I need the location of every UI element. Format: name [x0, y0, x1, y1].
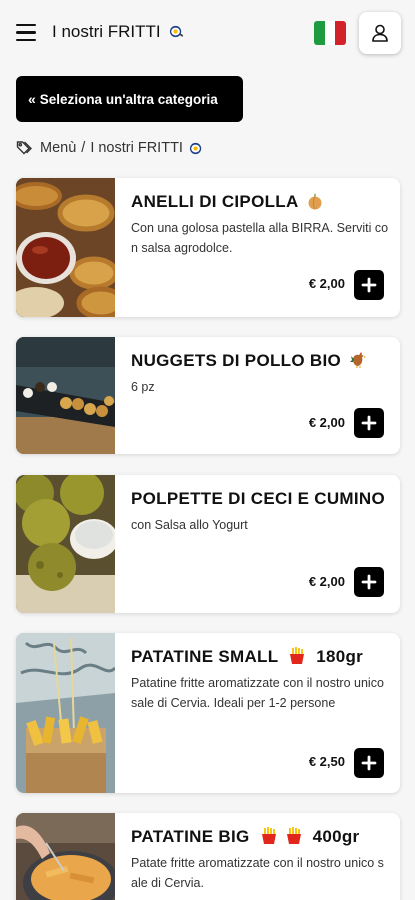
- french-fries-icon: [261, 827, 276, 844]
- product-image: [16, 475, 115, 613]
- product-weight: 180gr: [316, 647, 364, 666]
- double-chevron-left-icon: «: [28, 91, 36, 107]
- breadcrumb-separator: /: [81, 140, 86, 156]
- french-fries-icon: [290, 647, 305, 664]
- plus-icon: [361, 277, 377, 293]
- product-price: € 2,00: [308, 415, 345, 430]
- fried-egg-icon: [170, 25, 184, 38]
- breadcrumb-home-link[interactable]: Menù: [40, 140, 76, 156]
- product-description: Con una golosa pastella alla BIRRA. Serv…: [131, 221, 389, 255]
- menu-icon[interactable]: [16, 24, 36, 42]
- product-description: con Salsa allo Yogurt: [131, 518, 248, 532]
- product-card[interactable]: ANELLI DI CIPOLLA Con una golosa pastell…: [16, 178, 400, 317]
- add-to-cart-button[interactable]: [354, 270, 384, 300]
- user-icon: [372, 24, 388, 42]
- select-category-label: Seleziona un'altra categoria: [39, 91, 218, 107]
- product-weight: 400gr: [312, 827, 360, 846]
- page-title-text: I nostri FRITTI: [52, 22, 161, 41]
- onion-icon: [308, 193, 322, 210]
- product-image: [16, 813, 115, 900]
- add-to-cart-button[interactable]: [354, 748, 384, 778]
- breadcrumb-current: I nostri FRITTI: [90, 140, 183, 156]
- product-name: PATATINE SMALL 180gr: [131, 647, 364, 666]
- product-image: [16, 337, 115, 454]
- product-card[interactable]: PATATINE SMALL 180gr Patatine fritte aro…: [16, 633, 400, 793]
- product-price: € 2,50: [308, 754, 345, 769]
- product-image: [16, 633, 115, 793]
- breadcrumb: Menù / I nostri FRITTI: [16, 140, 204, 156]
- product-description: Patatine fritte aromatizzate con il nost…: [131, 676, 384, 710]
- product-card[interactable]: NUGGETS DI POLLO BIO 6 pz € 2,00: [16, 337, 400, 454]
- add-to-cart-button[interactable]: [354, 408, 384, 438]
- product-name: PATATINE BIG 400gr: [131, 827, 360, 846]
- product-name: NUGGETS DI POLLO BIO: [131, 350, 390, 371]
- product-name: POLPETTE DI CECI E CUMINO: [131, 489, 386, 508]
- product-name: ANELLI DI CIPOLLA: [131, 191, 390, 212]
- plus-icon: [361, 574, 377, 590]
- add-to-cart-button[interactable]: [354, 567, 384, 597]
- top-bar: I nostri FRITTI: [0, 0, 415, 66]
- product-price: € 2,00: [308, 276, 345, 291]
- select-category-button[interactable]: « Seleziona un'altra categoria: [16, 76, 243, 122]
- fried-egg-icon: [189, 142, 202, 154]
- rooster-icon: [350, 352, 367, 368]
- french-fries-icon: [286, 827, 301, 844]
- product-card[interactable]: PATATINE BIG 400gr Patate fritte aromati…: [16, 813, 400, 900]
- page-title: I nostri FRITTI: [52, 22, 184, 42]
- product-price: € 2,00: [308, 574, 345, 589]
- product-image: [16, 178, 115, 317]
- plus-icon: [361, 415, 377, 431]
- product-card[interactable]: POLPETTE DI CECI E CUMINO con Salsa allo…: [16, 475, 400, 613]
- italian-flag-icon[interactable]: [314, 21, 346, 45]
- product-description: Patate fritte aromatizzate con il nostro…: [131, 856, 384, 890]
- user-account-button[interactable]: [359, 12, 401, 54]
- plus-icon: [361, 755, 377, 771]
- product-description: 6 pz: [131, 380, 155, 394]
- tags-icon: [16, 141, 32, 155]
